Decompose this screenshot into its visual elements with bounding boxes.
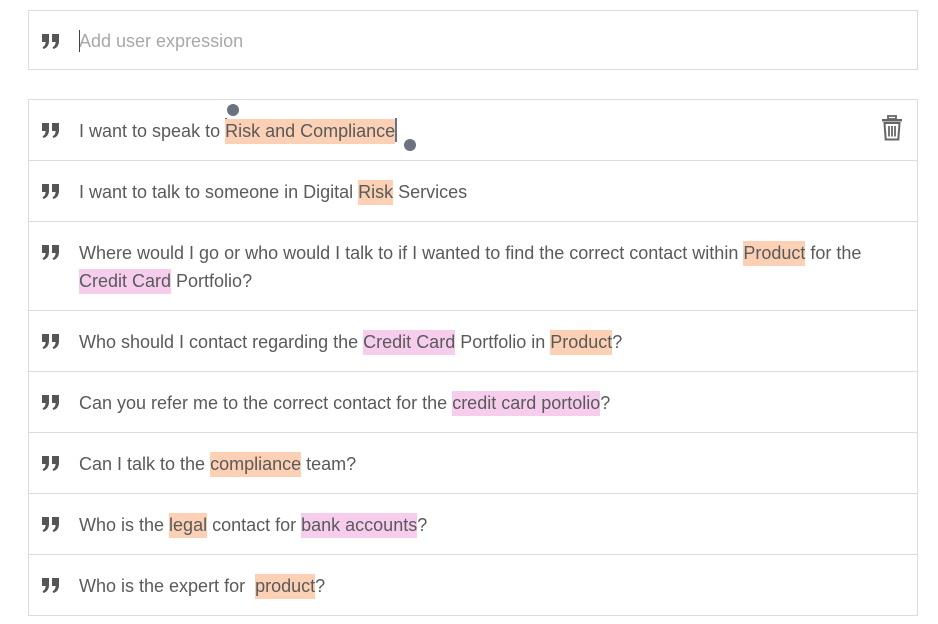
quote-icon <box>42 34 59 49</box>
quote-icon <box>42 395 59 410</box>
selection-start-handle[interactable] <box>227 104 239 116</box>
expression-text-segment: I want to speak to <box>79 121 226 141</box>
entity-annotation[interactable]: bank accounts <box>301 513 418 538</box>
entity-annotation[interactable]: Credit Card <box>363 330 456 355</box>
quote-icon <box>42 334 59 349</box>
expression-text-segment: Who should I contact regarding the <box>79 332 364 352</box>
quote-icon <box>42 578 59 593</box>
selected-entity[interactable]: Risk and Compliance <box>225 118 398 144</box>
expression-text[interactable]: Who is the legal contact for bank accoun… <box>79 511 865 539</box>
expression-text-segment: ? <box>600 393 611 413</box>
entity-annotation[interactable]: Product <box>743 241 806 266</box>
entity-annotation[interactable]: Product <box>550 330 613 355</box>
expression-text-segment: Can I talk to the <box>79 454 211 474</box>
expression-text[interactable]: I want to talk to someone in Digital Ris… <box>79 178 865 206</box>
expression-text[interactable]: Can I talk to the compliance team? <box>79 450 865 478</box>
text-cursor <box>79 30 80 52</box>
quote-icon <box>42 184 59 199</box>
expression-text-segment: Portfolio in <box>455 332 551 352</box>
expression-text[interactable]: Can you refer me to the correct contact … <box>79 389 865 417</box>
delete-trash-icon[interactable] <box>881 115 903 141</box>
quote-icon <box>42 517 59 532</box>
expression-row[interactable]: I want to speak to Risk and Compliance <box>29 100 917 161</box>
expression-text-segment: ? <box>612 332 623 352</box>
expression-text-segment: ? <box>417 515 428 535</box>
expression-text-segment: for the <box>805 243 867 263</box>
selection-end-caret <box>395 118 398 142</box>
selection-end-handle[interactable] <box>404 139 416 151</box>
expression-row[interactable]: I want to talk to someone in Digital Ris… <box>29 161 917 222</box>
entity-annotation[interactable]: Risk and Compliance <box>225 119 396 144</box>
expression-text[interactable]: Who should I contact regarding the Credi… <box>79 328 865 356</box>
expression-text-segment: Portfolio? <box>171 271 253 291</box>
entity-annotation[interactable]: Credit Card <box>79 269 172 294</box>
expression-list: I want to speak to Risk and Compliance I … <box>28 99 918 616</box>
expression-row[interactable]: Can you refer me to the correct contact … <box>29 372 917 433</box>
quote-icon <box>42 245 59 260</box>
expression-text-segment: I want to talk to someone in Digital <box>79 182 359 202</box>
add-expression-box[interactable] <box>28 10 918 70</box>
expression-row[interactable]: Where would I go or who would I talk to … <box>29 222 917 311</box>
entity-annotation[interactable]: legal <box>169 513 208 538</box>
expression-text-segment: Who is the expert for <box>79 576 256 596</box>
expression-text[interactable]: Where would I go or who would I talk to … <box>79 239 865 295</box>
expression-text-segment: Can you refer me to the correct contact … <box>79 393 453 413</box>
expression-text-segment: team? <box>301 454 357 474</box>
expression-text-segment: contact for <box>207 515 302 535</box>
entity-annotation[interactable]: compliance <box>210 452 302 477</box>
entity-annotation[interactable]: credit card portolio <box>452 391 601 416</box>
expression-text[interactable]: Who is the expert for product? <box>79 572 865 600</box>
entity-annotation[interactable]: Risk <box>358 180 394 205</box>
expression-row[interactable]: Who should I contact regarding the Credi… <box>29 311 917 372</box>
expression-text[interactable]: I want to speak to Risk and Compliance <box>79 104 865 151</box>
quote-icon <box>42 123 59 138</box>
entity-annotation[interactable]: product <box>255 574 316 599</box>
expression-row[interactable]: Who is the expert for product? <box>29 555 917 616</box>
expression-text-segment: Where would I go or who would I talk to … <box>79 243 744 263</box>
expression-text-segment: ? <box>315 576 326 596</box>
expression-row[interactable]: Can I talk to the compliance team? <box>29 433 917 494</box>
expression-text-segment: Services <box>393 182 468 202</box>
expression-text-segment: Who is the <box>79 515 170 535</box>
add-expression-input[interactable] <box>79 25 859 57</box>
expression-row[interactable]: Who is the legal contact for bank accoun… <box>29 494 917 555</box>
quote-icon <box>42 456 59 471</box>
